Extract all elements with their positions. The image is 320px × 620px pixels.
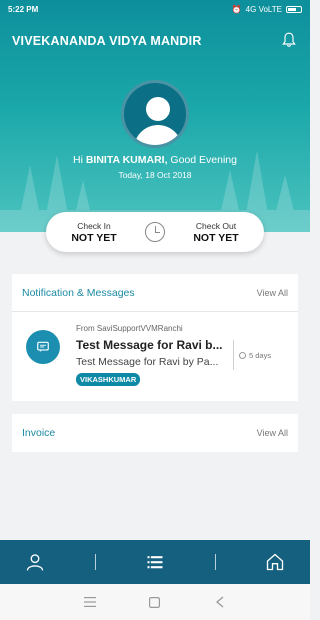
message-list-item[interactable]: From SaviSupportVVMRanchi Test Message f… bbox=[12, 312, 298, 400]
home-square-icon[interactable] bbox=[147, 594, 163, 610]
avatar-body bbox=[134, 125, 182, 145]
clock-icon bbox=[239, 352, 246, 359]
notifications-card: Notification & Messages View All From Sa… bbox=[12, 274, 298, 401]
user-icon[interactable] bbox=[24, 551, 46, 573]
battery-icon bbox=[286, 5, 302, 13]
status-bar: 5:22 PM ⏰ 4G VoLTE bbox=[0, 0, 310, 18]
user-avatar-icon[interactable] bbox=[121, 80, 189, 148]
invoice-view-all-link[interactable]: View All bbox=[257, 428, 288, 438]
notifications-header: Notification & Messages View All bbox=[12, 274, 298, 312]
check-in-value: NOT YET bbox=[71, 231, 117, 244]
alarm-icon: ⏰ bbox=[231, 4, 242, 14]
notifications-title: Notification & Messages bbox=[22, 286, 135, 299]
date-line: Today, 18 Oct 2018 bbox=[118, 170, 192, 180]
network-label: 4G VoLTE bbox=[245, 4, 282, 14]
home-icon[interactable] bbox=[264, 551, 286, 573]
nav-separator bbox=[94, 554, 96, 570]
header-hero: 5:22 PM ⏰ 4G VoLTE VIVEKANANDA VIDYA MAN… bbox=[0, 0, 310, 232]
attendance-card[interactable]: Check In NOT YET Check Out NOT YET bbox=[46, 212, 264, 252]
invoice-card: Invoice View All bbox=[12, 414, 298, 452]
message-tag-badge: VIKASHKUMAR bbox=[76, 373, 141, 386]
check-out: Check Out NOT YET bbox=[168, 221, 264, 244]
clock-icon bbox=[145, 222, 165, 242]
list-icon[interactable] bbox=[144, 551, 166, 573]
message-time-text: 5 days bbox=[249, 351, 272, 360]
nav-separator bbox=[214, 554, 216, 570]
status-time: 5:22 PM bbox=[8, 4, 39, 14]
avatar-head bbox=[146, 97, 170, 121]
message-title: Test Message for Ravi b... bbox=[76, 338, 223, 352]
greeting-suffix: Good Evening bbox=[167, 154, 237, 166]
message-divider bbox=[233, 340, 234, 370]
user-name: BINITA KUMARI, bbox=[85, 154, 168, 166]
status-icons: ⏰ 4G VoLTE bbox=[232, 5, 302, 14]
greeting-line: Hi BINITA KUMARI, Good Evening bbox=[0, 154, 310, 166]
message-time: 5 days bbox=[239, 351, 271, 360]
chat-bubble-icon bbox=[37, 341, 49, 353]
bell-icon[interactable] bbox=[282, 32, 296, 48]
notifications-view-all-link[interactable]: View All bbox=[257, 288, 288, 298]
check-out-label: Check Out bbox=[195, 220, 237, 231]
check-out-value: NOT YET bbox=[193, 231, 239, 244]
back-icon[interactable] bbox=[212, 594, 228, 610]
check-in: Check In NOT YET bbox=[46, 221, 142, 244]
menu-icon[interactable] bbox=[82, 594, 98, 610]
message-preview: Test Message for Ravi by Pa... bbox=[76, 356, 219, 368]
bottom-nav bbox=[0, 540, 310, 584]
app-title: VIVEKANANDA VIDYA MANDIR bbox=[12, 34, 202, 48]
message-sender: From SaviSupportVVMRanchi bbox=[76, 324, 183, 333]
check-in-label: Check In bbox=[77, 220, 111, 231]
system-nav-bar bbox=[0, 584, 310, 620]
message-icon bbox=[26, 330, 60, 364]
invoice-title: Invoice bbox=[22, 427, 56, 439]
greeting-prefix: Hi bbox=[73, 154, 86, 166]
